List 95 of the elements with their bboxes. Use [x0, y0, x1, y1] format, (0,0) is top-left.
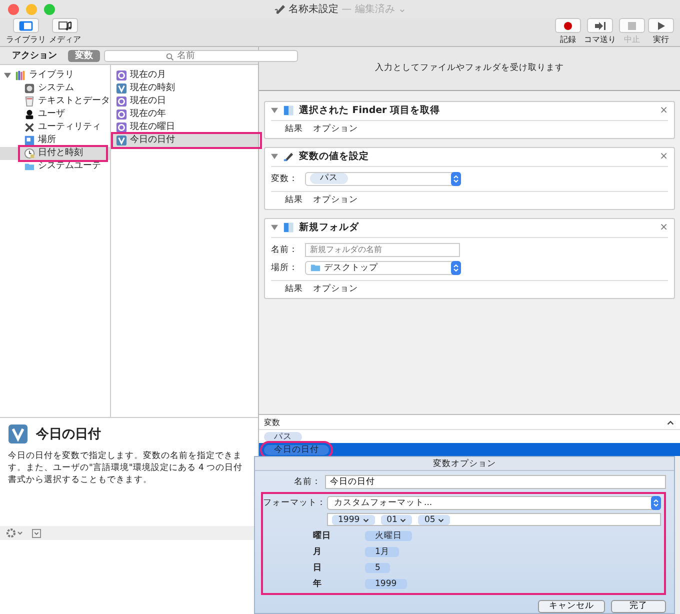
close-button[interactable]: ×	[660, 222, 668, 234]
person-icon	[24, 109, 35, 120]
caret-icon	[362, 516, 369, 522]
toolbar-button[interactable]: ライブラリ	[6, 18, 46, 46]
format-popup[interactable]: カスタムフォーマット...	[327, 496, 661, 510]
preview-label: 曜日	[313, 530, 332, 542]
stepper-icon[interactable]	[451, 260, 461, 275]
variable-icon	[116, 135, 127, 146]
preview-label: 日	[313, 562, 323, 574]
library-item[interactable]: ライブラリ	[0, 69, 110, 82]
library-item[interactable]: システム	[0, 82, 110, 95]
preview-label: 月	[313, 546, 323, 558]
variable-token: パス	[264, 432, 302, 442]
cup-icon	[24, 96, 35, 107]
disclosure-triangle[interactable]	[271, 107, 278, 114]
action-title: 選択された Finder 項目を取得	[299, 104, 442, 118]
books-icon	[15, 70, 26, 81]
folder-icon	[310, 262, 321, 274]
action-item[interactable]: 現在の曜日	[111, 121, 258, 134]
library-item[interactable]: ユーザ	[0, 108, 110, 121]
sheet-button[interactable]: 完了	[611, 600, 666, 613]
action-item[interactable]: 現在の時刻	[111, 82, 258, 95]
field-label: 名前：	[293, 476, 321, 488]
library-item[interactable]: 日付と時刻	[0, 147, 110, 160]
preview-value: 火曜日	[365, 530, 412, 540]
chevron-box-icon[interactable]	[32, 528, 41, 538]
name-field[interactable]: 新規フォルダの名前	[305, 242, 460, 257]
variable-icon	[116, 83, 127, 94]
library-item[interactable]: ユーティリティ	[0, 121, 110, 134]
field-label: 変数：	[271, 172, 299, 185]
field-label: 名前：	[271, 244, 299, 256]
description-text: 今日の日付を変数で指定します。変数の名前を指定できます。また、ユーザの"言語環境"環境設定にある 4 つの日付書式から選択することもできます。	[8, 450, 244, 486]
preview-value: 5	[365, 562, 390, 572]
library-item[interactable]: テキストとデータ	[0, 95, 110, 108]
stepper-icon[interactable]	[651, 496, 661, 510]
preview-label: 年	[313, 578, 323, 590]
finder-icon	[283, 222, 294, 234]
toolbar-button[interactable]: メディア	[49, 18, 81, 46]
script-icon	[274, 3, 286, 15]
close-button[interactable]: ×	[660, 105, 668, 116]
disclosure-triangle[interactable]	[271, 224, 278, 232]
variable-row[interactable]: 今日の日付	[259, 443, 680, 456]
date-token[interactable]: 05	[418, 514, 450, 524]
action-tab[interactable]: オプション	[313, 123, 358, 136]
clock-icon	[24, 148, 35, 159]
field-label: フォーマット：	[263, 497, 323, 509]
preview-value: 1月	[365, 546, 400, 556]
action-title: 新規フォルダ	[299, 221, 360, 234]
library-item[interactable]: システムユーテ	[0, 160, 110, 173]
stop-icon	[625, 20, 639, 30]
sidebar-icon	[19, 20, 33, 30]
tools-icon	[24, 122, 35, 133]
stepper-icon[interactable]	[451, 172, 461, 186]
search-field[interactable]: 名前	[104, 50, 298, 62]
action-item[interactable]: 現在の月	[111, 69, 258, 82]
variable-popup[interactable]: パス	[305, 172, 461, 186]
name-field[interactable]: 今日の日付	[325, 475, 666, 489]
variable-icon	[8, 424, 28, 444]
caret-icon	[400, 516, 406, 522]
disclosure-triangle[interactable]	[4, 72, 12, 79]
workflow-input-label: 入力としてファイルやフォルダを受け取ります	[375, 62, 564, 74]
sheet-button[interactable]: キャンセル	[538, 600, 605, 613]
field-label: 場所：	[271, 262, 299, 274]
preview-value: 1999	[365, 578, 407, 588]
record-icon	[561, 20, 575, 30]
action-tab[interactable]: 結果	[285, 194, 303, 206]
variables-header: 変数	[264, 416, 280, 428]
map-icon	[24, 135, 35, 146]
pen-icon	[283, 151, 294, 162]
location-popup[interactable]: デスクトップ	[305, 260, 461, 275]
action-tab[interactable]: オプション	[313, 283, 358, 296]
search-icon	[166, 52, 174, 60]
date-token[interactable]: 01	[380, 514, 412, 524]
variable-token: 今日の日付	[264, 444, 329, 454]
close-button[interactable]	[8, 4, 19, 14]
action-item[interactable]: 現在の日	[111, 95, 258, 108]
toolbar-button[interactable]: コマ送り	[584, 18, 616, 46]
finder-icon	[283, 105, 294, 116]
variable-row[interactable]: パス	[259, 430, 680, 443]
close-button[interactable]: ×	[660, 151, 668, 162]
step-icon	[593, 20, 607, 30]
action-title: 変数の値を設定	[299, 150, 370, 164]
music-note-icon	[58, 20, 72, 30]
library-item[interactable]: 場所	[0, 134, 110, 147]
caret-icon	[438, 516, 444, 522]
action-tab[interactable]: 結果	[285, 123, 303, 136]
description-title: 今日の日付	[36, 426, 101, 443]
sheet-title: 変数オプション	[433, 458, 496, 470]
action-tab[interactable]: 結果	[285, 283, 303, 296]
window-title: 名称未設定	[288, 2, 339, 16]
action-item[interactable]: 現在の年	[111, 108, 258, 121]
disclosure-triangle[interactable]	[271, 153, 278, 160]
library-tab[interactable]: アクション	[5, 50, 64, 62]
date-token[interactable]: 1999	[332, 514, 375, 524]
action-tab[interactable]: オプション	[313, 194, 358, 206]
